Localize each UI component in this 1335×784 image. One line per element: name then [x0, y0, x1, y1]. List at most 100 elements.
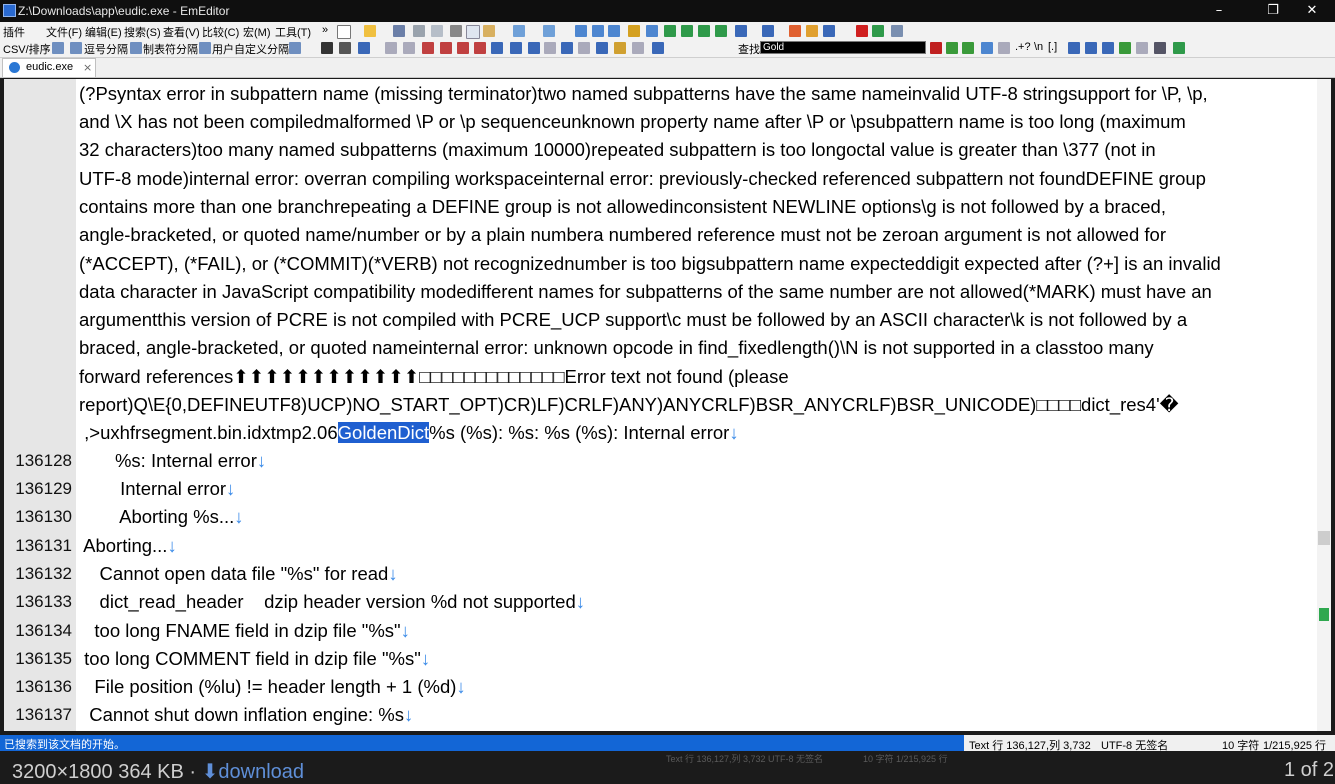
sort-descending-icon[interactable] — [440, 42, 452, 54]
wrap-search-icon[interactable] — [1102, 42, 1114, 54]
menu-edit[interactable]: 编辑(E) — [85, 24, 122, 40]
whole-word-toggle[interactable]: [.] — [1048, 41, 1057, 53]
redo-icon[interactable] — [543, 25, 555, 37]
menu-search[interactable]: 搜索(S) — [124, 24, 161, 40]
paste-icon[interactable] — [483, 25, 495, 37]
view-mode-icon-4[interactable] — [715, 25, 727, 37]
regex-toggle[interactable]: .+? — [1015, 41, 1031, 53]
view-mode-icon-1[interactable] — [664, 25, 676, 37]
selection-line-after: %s (%s): %s: %s (%s): Internal error — [429, 422, 730, 443]
find-next-green-icon[interactable] — [946, 42, 958, 54]
status-bar: 已搜索到该文档的开始。 Text 行 136,127,列 3,732 UTF-8… — [0, 735, 1335, 752]
find-prev-green-icon[interactable] — [962, 42, 974, 54]
encoding-icon[interactable] — [735, 25, 747, 37]
search-hit-marker — [1319, 608, 1329, 621]
sort-length-icon[interactable] — [474, 42, 486, 54]
print-icon[interactable] — [413, 25, 425, 37]
marker-icon[interactable] — [614, 42, 626, 54]
sort-lines-icon[interactable] — [528, 42, 540, 54]
find-options-icon[interactable] — [998, 42, 1010, 54]
csv-options-icon[interactable] — [289, 42, 301, 54]
dedupe-icon[interactable] — [510, 42, 522, 54]
find-close-icon[interactable] — [930, 42, 942, 54]
scrollbar-thumb[interactable] — [1318, 531, 1330, 545]
search-history-icon[interactable] — [1136, 42, 1148, 54]
undo-icon[interactable] — [513, 25, 525, 37]
download-icon[interactable]: ⬇ — [202, 761, 219, 783]
tab-close-icon[interactable]: × — [83, 61, 92, 74]
menu-macro[interactable]: 宏(M) — [243, 24, 271, 40]
menu-file[interactable]: 文件(F) — [46, 24, 82, 40]
menu-overflow[interactable]: » — [322, 24, 328, 36]
window-icon[interactable] — [762, 25, 774, 37]
escape-toggle[interactable]: \n — [1034, 41, 1043, 53]
find-prev-icon[interactable] — [608, 25, 620, 37]
sort-options-icon[interactable] — [491, 42, 503, 54]
line-number: 136136 — [15, 677, 72, 696]
menu-compare[interactable]: 比较(C) — [202, 24, 239, 40]
download-link[interactable]: download — [218, 761, 304, 783]
incremental-icon[interactable] — [1119, 42, 1131, 54]
wrapped-line: contains more than one branchrepeating a… — [79, 196, 1166, 217]
minimize-button[interactable]: – — [1196, 0, 1242, 22]
comma-separated-icon[interactable] — [70, 42, 82, 54]
macro-options-icon[interactable] — [823, 25, 835, 37]
match-case-icon[interactable] — [1068, 42, 1080, 54]
macro-edit-icon[interactable] — [789, 25, 801, 37]
custom-separated-icon[interactable] — [199, 42, 211, 54]
find-next-icon[interactable] — [592, 25, 604, 37]
go-arrow-icon[interactable] — [1173, 42, 1185, 54]
tab-separated-icon[interactable] — [130, 42, 142, 54]
compare-icon[interactable] — [578, 42, 590, 54]
stop-record-icon[interactable] — [856, 25, 868, 37]
ruler-icon[interactable] — [632, 42, 644, 54]
newline-icon: ↓ — [456, 676, 466, 697]
format-icon-1[interactable] — [385, 42, 397, 54]
find-input[interactable]: Gold — [760, 41, 926, 54]
copy-icon[interactable] — [466, 25, 480, 39]
custom-separated-label[interactable]: 用户自定义分隔 — [212, 41, 289, 57]
view-mode-icon-3[interactable] — [698, 25, 710, 37]
print-preview-icon[interactable] — [431, 25, 443, 37]
filter-icon[interactable] — [646, 25, 658, 37]
columns-icon[interactable] — [358, 42, 370, 54]
play-macro-icon[interactable] — [872, 25, 884, 37]
vertical-scrollbar[interactable] — [1317, 79, 1331, 731]
highlight-icon[interactable] — [981, 42, 993, 54]
ghost-cursor-position: Text 行 136,127,列 3,732 — [666, 754, 766, 764]
outline-icon[interactable] — [544, 42, 556, 54]
sort-ascending-icon[interactable] — [422, 42, 434, 54]
tools-icon[interactable] — [339, 42, 351, 54]
customize-icon[interactable] — [891, 25, 903, 37]
search-panel-icon[interactable] — [1154, 42, 1166, 54]
sort-numeric-icon[interactable] — [457, 42, 469, 54]
selected-text-goldendict[interactable]: GoldenDict — [337, 422, 430, 443]
tab-eudic-exe[interactable]: eudic.exe × — [2, 58, 96, 77]
split-icon[interactable] — [561, 42, 573, 54]
comma-separated-label[interactable]: 逗号分隔 — [84, 41, 128, 57]
menu-plugins[interactable]: 插件 — [3, 24, 25, 40]
menu-view[interactable]: 查看(V) — [163, 24, 200, 40]
find-icon[interactable] — [575, 25, 587, 37]
menu-tools[interactable]: 工具(T) — [275, 24, 311, 40]
match-word-icon[interactable] — [1085, 42, 1097, 54]
pin-icon[interactable] — [321, 42, 333, 54]
editor-pane[interactable]: (?Psyntax error in subpattern name (miss… — [4, 79, 1317, 731]
line-number: 136130 — [15, 507, 72, 526]
code-line-text: File position (%lu) != header length + 1… — [79, 676, 457, 697]
save-icon[interactable] — [393, 25, 405, 37]
cut-icon[interactable] — [450, 25, 462, 37]
open-folder-icon[interactable] — [364, 25, 376, 37]
format-icon-2[interactable] — [403, 42, 415, 54]
sync-scroll-icon[interactable] — [596, 42, 608, 54]
column-view-icon[interactable] — [652, 42, 664, 54]
new-file-icon[interactable] — [337, 25, 351, 39]
view-mode-icon-2[interactable] — [681, 25, 693, 37]
code-line: Aborting %s...↓ — [79, 506, 243, 528]
csv-sort-label[interactable]: CSV/排序 — [3, 41, 51, 57]
find-in-files-icon[interactable] — [628, 25, 640, 37]
csv-normal-icon[interactable] — [52, 42, 64, 54]
close-button[interactable]: ✕ — [1289, 0, 1335, 22]
tab-separated-label[interactable]: 制表符分隔 — [143, 41, 198, 57]
macro-run-icon[interactable] — [806, 25, 818, 37]
